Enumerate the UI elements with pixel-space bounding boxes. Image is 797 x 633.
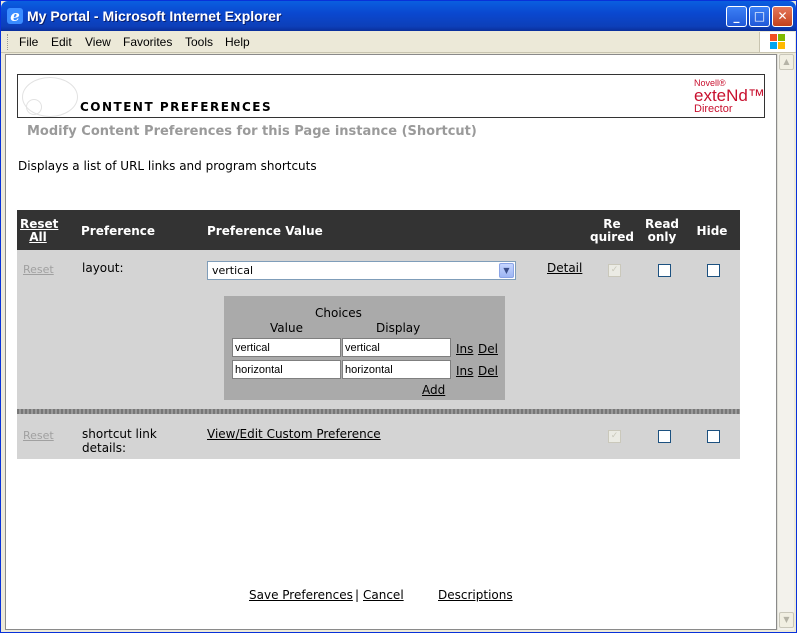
- required-checkbox: ✓: [608, 430, 621, 443]
- reset-shortcut-link[interactable]: Reset: [23, 429, 54, 442]
- choices-panel: Choices Value Display Ins Del Ins Del Ad…: [224, 296, 505, 400]
- insert-choice-link[interactable]: Ins: [456, 342, 473, 356]
- reset-all-link[interactable]: Reset All: [20, 218, 58, 244]
- window-title: My Portal - Microsoft Internet Explorer: [27, 8, 282, 24]
- hide-checkbox[interactable]: [707, 264, 720, 277]
- menu-bar: File Edit View Favorites Tools Help: [1, 31, 796, 53]
- choice-display-input[interactable]: [342, 338, 451, 357]
- delete-choice-link[interactable]: Del: [478, 342, 498, 356]
- cancel-link[interactable]: Cancel: [363, 588, 404, 602]
- layout-select-value: vertical: [212, 264, 254, 277]
- close-button[interactable]: ✕: [772, 6, 793, 27]
- director-logo-text: Director: [694, 103, 733, 115]
- portlet-header: CONTENT PREFERENCES Novell® exteNd™ Dire…: [17, 74, 765, 118]
- table-row: Reset shortcut link details: View/Edit Cu…: [17, 414, 740, 459]
- menu-help[interactable]: Help: [225, 35, 250, 49]
- ie-icon: e: [7, 8, 23, 24]
- view-edit-custom-preference-link[interactable]: View/Edit Custom Preference: [207, 427, 381, 441]
- table-header: Reset All Preference Preference Value Re q…: [17, 210, 740, 250]
- add-choice-link[interactable]: Add: [422, 383, 445, 397]
- header-title: CONTENT PREFERENCES: [80, 100, 273, 114]
- title-bar[interactable]: e My Portal - Microsoft Internet Explore…: [1, 1, 796, 31]
- menu-edit[interactable]: Edit: [51, 35, 72, 49]
- preference-name: shortcut link details:: [82, 427, 157, 455]
- footer-separator: |: [355, 588, 360, 602]
- choice-value-input[interactable]: [232, 338, 341, 357]
- table-row: Reset layout: vertical ▼ Detail ✓ Choice…: [17, 250, 740, 409]
- small-gear-decoration-icon: [26, 99, 42, 115]
- scroll-down-icon[interactable]: ▼: [779, 612, 794, 628]
- menu-view[interactable]: View: [85, 35, 111, 49]
- delete-choice-link[interactable]: Del: [478, 364, 498, 378]
- col-hide: Hide: [696, 224, 728, 238]
- col-required: Re quired: [590, 217, 634, 244]
- choice-value-input[interactable]: [232, 360, 341, 379]
- choices-value-header: Value: [270, 321, 303, 335]
- vertical-scrollbar[interactable]: ▲ ▼: [777, 54, 794, 630]
- menu-favorites[interactable]: Favorites: [123, 35, 172, 49]
- page-subtitle: Modify Content Preferences for this Page…: [27, 124, 477, 139]
- reset-layout-link[interactable]: Reset: [23, 263, 54, 276]
- minimize-button[interactable]: _: [726, 6, 747, 27]
- menu-tools[interactable]: Tools: [185, 35, 213, 49]
- col-preference: Preference: [81, 224, 156, 238]
- toolbar-grip: [7, 34, 10, 50]
- choices-title: Choices: [315, 306, 362, 320]
- windows-flag-icon: [759, 32, 795, 52]
- preference-name: layout:: [82, 261, 124, 275]
- choices-display-header: Display: [376, 321, 421, 335]
- col-preference-value: Preference Value: [207, 224, 323, 238]
- menu-file[interactable]: File: [19, 35, 38, 49]
- descriptions-link[interactable]: Descriptions: [438, 588, 513, 602]
- choice-display-input[interactable]: [342, 360, 451, 379]
- required-checkbox: ✓: [608, 264, 621, 277]
- chevron-down-icon[interactable]: ▼: [499, 263, 514, 278]
- insert-choice-link[interactable]: Ins: [456, 364, 473, 378]
- portlet-description: Displays a list of URL links and program…: [18, 159, 317, 173]
- layout-select[interactable]: vertical ▼: [207, 261, 516, 280]
- read-only-checkbox[interactable]: [658, 430, 671, 443]
- detail-link[interactable]: Detail: [547, 261, 582, 275]
- page-content: CONTENT PREFERENCES Novell® exteNd™ Dire…: [5, 54, 777, 630]
- maximize-button[interactable]: □: [749, 6, 770, 27]
- hide-checkbox[interactable]: [707, 430, 720, 443]
- browser-window: e My Portal - Microsoft Internet Explore…: [0, 0, 797, 633]
- scroll-up-icon[interactable]: ▲: [779, 54, 794, 70]
- save-preferences-link[interactable]: Save Preferences: [249, 588, 353, 602]
- read-only-checkbox[interactable]: [658, 264, 671, 277]
- col-read-only: Read only: [644, 217, 680, 244]
